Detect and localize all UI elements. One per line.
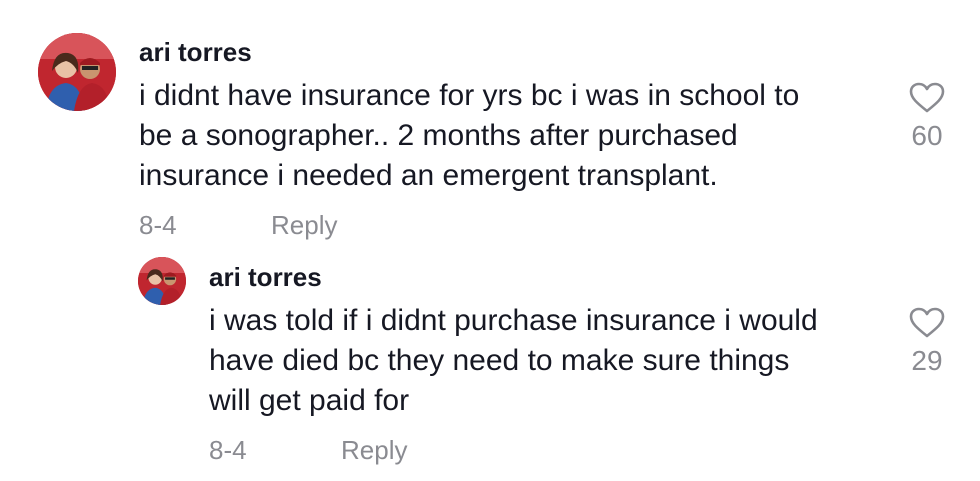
heart-outline-icon [909,307,945,338]
heart-outline-icon [909,82,945,113]
reply-date: 8-4 [209,435,247,465]
like-count: 60 [911,120,943,151]
like-button[interactable]: 29 [897,307,957,377]
comment-text: i didnt have insurance for yrs bc i was … [139,79,800,192]
reply-text: i was told if i didnt purchase insurance… [209,304,818,417]
reply-button[interactable]: Reply [341,435,407,466]
reply-username[interactable]: ari torres [209,262,322,293]
avatar[interactable] [38,33,116,111]
reply-button[interactable]: Reply [271,210,337,241]
avatar[interactable] [138,257,186,305]
comment-username[interactable]: ari torres [139,37,252,68]
profile-photo [38,33,116,111]
comment-date: 8-4 [139,210,177,240]
like-count: 29 [911,345,943,376]
like-button[interactable]: 60 [897,82,957,152]
profile-photo [138,257,186,305]
